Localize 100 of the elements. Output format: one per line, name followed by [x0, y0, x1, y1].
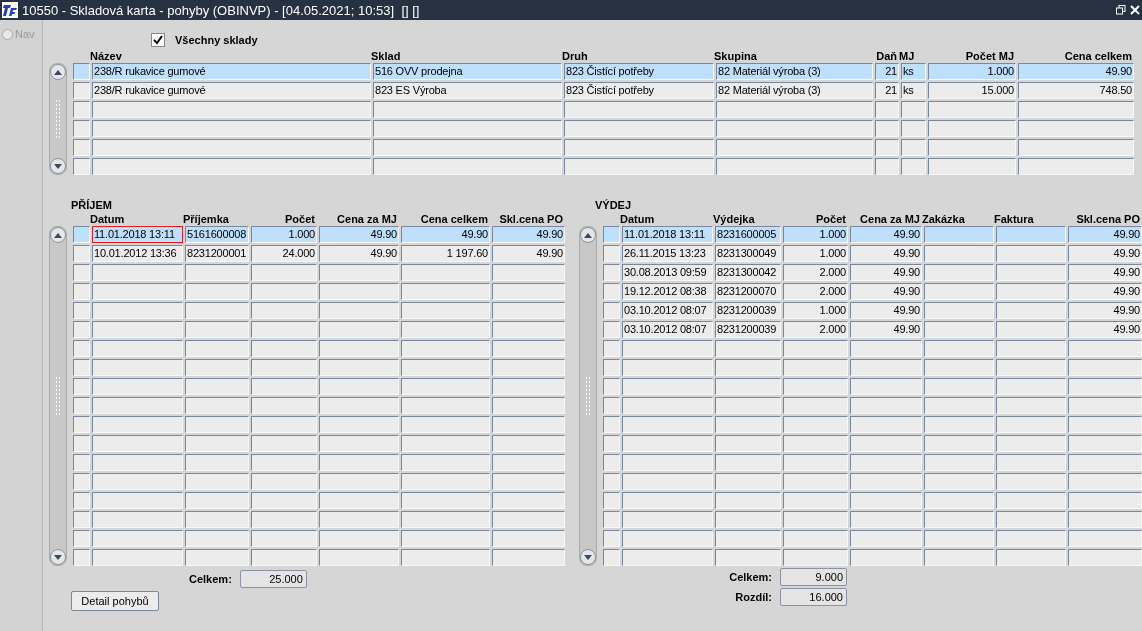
row-selector[interactable] [603, 454, 620, 471]
row-selector[interactable] [73, 454, 90, 471]
row-selector[interactable] [603, 378, 620, 395]
section-title: PŘÍJEM [71, 199, 113, 211]
total-label: Celkem: [189, 573, 232, 585]
row-selector[interactable] [603, 302, 620, 319]
total-field: 9.000 [780, 568, 847, 586]
row-selector[interactable] [603, 511, 620, 528]
table-cell [783, 511, 848, 528]
row-selector[interactable] [73, 416, 90, 433]
table-cell [996, 549, 1066, 566]
row-selector[interactable] [73, 340, 90, 357]
row-selector[interactable] [603, 473, 620, 490]
table-cell [850, 549, 922, 566]
row-selector[interactable] [73, 226, 90, 243]
table-cell [996, 378, 1066, 395]
column-header: Druh [562, 50, 589, 62]
table-cell [996, 492, 1066, 509]
row-selector[interactable] [73, 378, 90, 395]
row-selector[interactable] [603, 492, 620, 509]
row-selector[interactable] [603, 283, 620, 300]
table-cell [996, 359, 1066, 376]
row-selector[interactable] [73, 321, 90, 338]
row-selector[interactable] [603, 226, 620, 243]
column-header: Sklad [371, 50, 402, 62]
table-cell [251, 530, 317, 547]
table-cell [996, 283, 1066, 300]
table-cell: 10.01.2012 13:36 [92, 245, 183, 262]
table-cell: 82 Materiál výroba (3) [716, 82, 873, 99]
row-selector[interactable] [73, 397, 90, 414]
table-cell [715, 340, 781, 357]
table-cell: 49.90 [1018, 63, 1134, 80]
table-cell [924, 416, 994, 433]
table-cell [185, 511, 249, 528]
detail-button[interactable]: Detail pohybů [71, 591, 159, 611]
row-selector[interactable] [73, 473, 90, 490]
scroll-down-icon[interactable] [54, 163, 62, 169]
scroll-up-icon[interactable] [54, 69, 62, 75]
table-cell [715, 454, 781, 471]
close-icon[interactable] [1130, 5, 1140, 15]
table-cell [185, 454, 249, 471]
row-selector[interactable] [73, 283, 90, 300]
row-selector[interactable] [73, 101, 90, 118]
row-selector[interactable] [73, 139, 90, 156]
scroll-down-icon[interactable] [54, 554, 62, 560]
table-cell: 26.11.2015 13:23 [622, 245, 713, 262]
table-cell: 1.000 [783, 226, 848, 243]
row-selector[interactable] [73, 435, 90, 452]
table-cell [185, 264, 249, 281]
table-cell [875, 158, 899, 175]
table-cell [996, 416, 1066, 433]
table-cell [185, 473, 249, 490]
row-selector[interactable] [603, 416, 620, 433]
row-selector[interactable] [73, 492, 90, 509]
table-cell [996, 340, 1066, 357]
table-cell [251, 511, 317, 528]
scrollbar[interactable] [49, 63, 67, 175]
row-selector[interactable] [73, 245, 90, 262]
checkbox[interactable] [151, 33, 165, 47]
row-selector[interactable] [603, 264, 620, 281]
app-logo-icon [2, 2, 18, 18]
row-selector[interactable] [73, 264, 90, 281]
restore-icon[interactable] [1116, 5, 1126, 15]
row-selector[interactable] [73, 511, 90, 528]
scroll-up-icon[interactable] [54, 232, 62, 238]
table-cell: 823 Čistící potřeby [564, 82, 714, 99]
row-selector[interactable] [73, 158, 90, 175]
row-selector[interactable] [603, 321, 620, 338]
row-selector[interactable] [603, 397, 620, 414]
table-cell [850, 359, 922, 376]
row-selector[interactable] [603, 435, 620, 452]
table-cell [251, 321, 317, 338]
table-cell: 2.000 [783, 321, 848, 338]
table-cell [924, 511, 994, 528]
scroll-up-icon[interactable] [584, 232, 592, 238]
row-selector[interactable] [603, 340, 620, 357]
scrollbar[interactable] [49, 226, 67, 566]
table-cell: 49.90 [850, 283, 922, 300]
column-header: Skupina [714, 50, 758, 62]
row-selector[interactable] [603, 359, 620, 376]
row-selector[interactable] [603, 549, 620, 566]
row-selector[interactable] [603, 530, 620, 547]
table-cell [996, 511, 1066, 528]
row-selector[interactable] [603, 245, 620, 262]
row-selector[interactable] [73, 530, 90, 547]
table-cell: 19.12.2012 08:38 [622, 283, 713, 300]
table-cell: 823 ES Výroba [373, 82, 562, 99]
row-selector[interactable] [73, 302, 90, 319]
row-selector[interactable] [73, 82, 90, 99]
table-cell [924, 264, 994, 281]
row-selector[interactable] [73, 120, 90, 137]
row-selector[interactable] [73, 549, 90, 566]
row-selector[interactable] [73, 63, 90, 80]
row-selector[interactable] [73, 359, 90, 376]
table-cell: 49.90 [1068, 245, 1142, 262]
table-cell: 49.90 [850, 226, 922, 243]
table-cell [924, 454, 994, 471]
table-cell [715, 378, 781, 395]
scrollbar[interactable] [579, 226, 597, 566]
scroll-down-icon[interactable] [584, 554, 592, 560]
